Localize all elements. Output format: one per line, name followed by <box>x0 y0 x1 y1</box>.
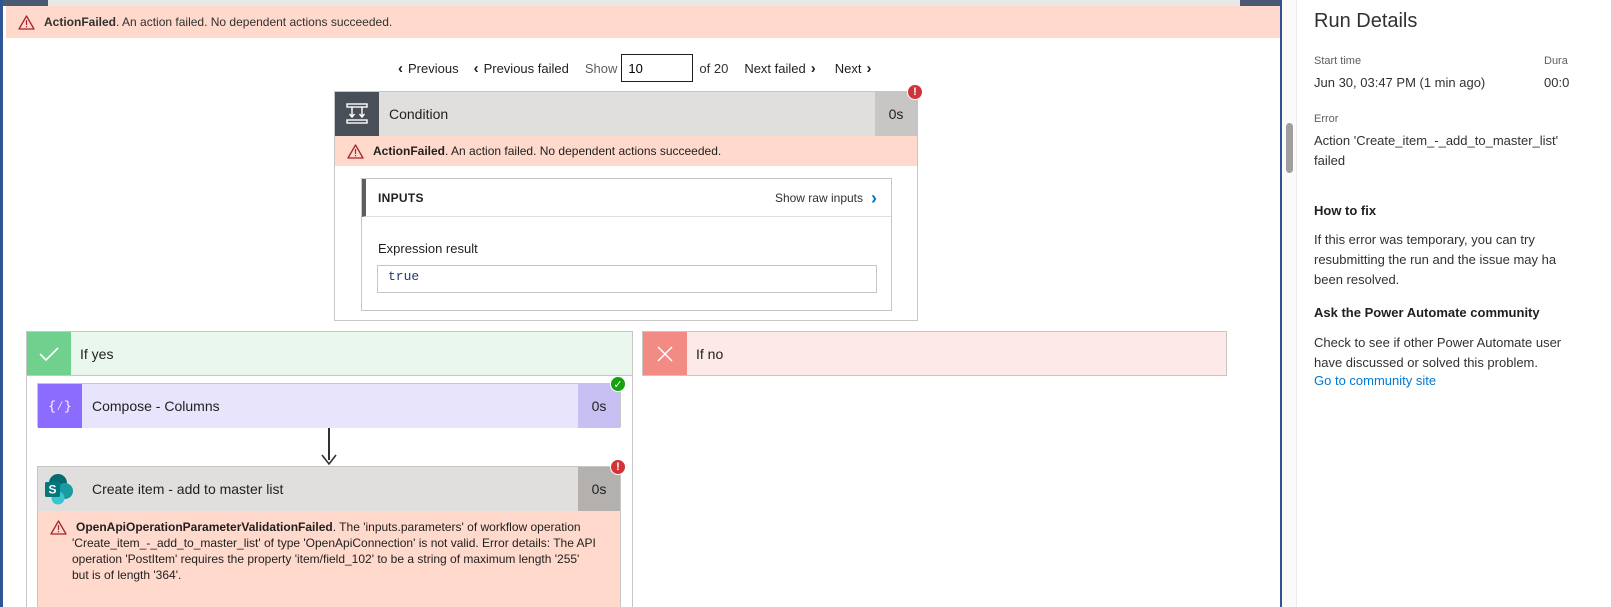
compose-icon: {∕} <box>38 384 82 428</box>
chevron-right-icon: › <box>810 59 816 77</box>
compose-header: {∕} Compose - Columns 0s <box>38 384 620 428</box>
error-text-line2: failed <box>1314 153 1346 168</box>
total-count-label: of 20 <box>699 60 729 76</box>
create-item-error-strip: OpenApiOperationParameterValidationFaile… <box>38 511 620 607</box>
canvas-scrollbar[interactable] <box>1283 0 1296 607</box>
banner-error-message: . An action failed. No dependent actions… <box>116 15 393 29</box>
scrollbar-thumb[interactable] <box>1286 123 1293 173</box>
condition-icon <box>335 92 379 136</box>
next-button[interactable]: Next › <box>835 61 877 76</box>
run-details-panel: Run Details Start time Dura Jun 30, 03:4… <box>1296 0 1611 607</box>
create-item-error-line2: 'Create_item_-_add_to_master_list' of ty… <box>72 536 596 550</box>
designer-canvas: ActionFailed. An action failed. No depen… <box>0 0 1282 607</box>
run-details-title: Run Details <box>1314 10 1418 32</box>
create-item-error-line1: . The 'inputs.parameters' of workflow op… <box>332 520 581 534</box>
if-yes-branch-header[interactable]: If yes <box>26 331 633 376</box>
chevron-right-icon: › <box>866 59 872 77</box>
chevron-left-icon: ‹ <box>398 59 403 77</box>
inputs-title: INPUTS <box>378 190 424 205</box>
error-badge-icon: ! <box>610 459 626 475</box>
community-heading: Ask the Power Automate community <box>1314 305 1540 320</box>
how-to-fix-heading: How to fix <box>1314 203 1377 218</box>
previous-label: Previous <box>408 60 459 76</box>
condition-title: Condition <box>389 106 449 122</box>
chevron-left-icon: ‹ <box>473 59 479 77</box>
compose-card[interactable]: {∕} Compose - Columns 0s ✓ <box>37 376 626 428</box>
create-item-error-line3: operation 'PostItem' requires the proper… <box>72 552 580 566</box>
community-site-link[interactable]: Go to community site <box>1314 373 1436 388</box>
checkmark-icon <box>27 332 71 375</box>
create-item-header[interactable]: S Create item - add to master list 0s <box>38 467 620 511</box>
previous-failed-button[interactable]: ‹ Previous failed <box>469 61 569 76</box>
how-to-fix-line3: been resolved. <box>1314 272 1400 287</box>
chevron-right-icon: › <box>871 187 877 208</box>
next-label: Next <box>834 60 862 76</box>
show-raw-inputs-link[interactable]: Show raw inputs › <box>775 189 877 207</box>
warning-icon <box>347 143 364 159</box>
inputs-panel: INPUTS Show raw inputs › Expression resu… <box>361 178 892 311</box>
duration-label: Dura <box>1544 55 1568 67</box>
condition-error-code: ActionFailed <box>373 144 446 158</box>
sharepoint-icon: S <box>38 467 82 511</box>
run-pager: ‹ Previous ‹ Previous failed Show of 20 … <box>393 53 876 83</box>
banner-error-code: ActionFailed <box>44 15 117 29</box>
how-to-fix-line2: resubmitting the run and the issue may h… <box>1314 252 1557 267</box>
community-line1: Check to see if other Power Automate use… <box>1314 335 1562 350</box>
arrow-down-icon <box>321 454 337 466</box>
warning-icon <box>18 14 35 30</box>
error-text-line1: Action 'Create_item_-_add_to_master_list… <box>1314 133 1559 148</box>
community-line2: have discussed or solved this problem. <box>1314 355 1539 370</box>
if-yes-label: If yes <box>80 345 114 362</box>
previous-failed-label: Previous failed <box>483 60 569 76</box>
condition-header[interactable]: Condition 0s <box>335 92 917 136</box>
how-to-fix-line1: If this error was temporary, you can try <box>1314 232 1535 247</box>
previous-button[interactable]: ‹ Previous <box>393 61 459 76</box>
error-label: Error <box>1314 113 1339 125</box>
start-time-value: Jun 30, 03:47 PM (1 min ago) <box>1314 75 1486 90</box>
show-count-input[interactable] <box>621 54 694 82</box>
create-item-title: Create item - add to master list <box>92 481 284 497</box>
expression-result-label: Expression result <box>378 241 478 256</box>
if-no-label: If no <box>696 345 724 362</box>
next-failed-label: Next failed <box>744 60 806 76</box>
svg-text:S: S <box>48 483 56 497</box>
condition-error-strip: ActionFailed. An action failed. No depen… <box>335 136 917 166</box>
compose-title: Compose - Columns <box>92 398 220 414</box>
create-item-error-line4: but is of length '364'. <box>72 568 182 582</box>
condition-card: Condition 0s ! ActionFailed. An action f… <box>334 84 923 321</box>
next-failed-button[interactable]: Next failed › <box>744 61 820 76</box>
show-raw-inputs-label: Show raw inputs <box>774 190 863 205</box>
expression-result-value: true <box>377 265 877 293</box>
top-error-banner: ActionFailed. An action failed. No depen… <box>6 6 1280 38</box>
error-badge-icon: ! <box>907 84 923 100</box>
warning-icon <box>50 520 67 535</box>
close-icon <box>643 332 687 375</box>
if-no-branch-header[interactable]: If no <box>642 331 1227 376</box>
success-badge-icon: ✓ <box>610 376 626 392</box>
condition-error-message: . An action failed. No dependent actions… <box>445 144 722 158</box>
canvas-left-edge <box>0 0 3 607</box>
show-label: Show <box>584 60 618 76</box>
duration-value: 00:0 <box>1544 75 1570 90</box>
start-time-label: Start time <box>1314 55 1362 67</box>
inputs-header: INPUTS Show raw inputs › <box>362 179 891 217</box>
create-item-card: S Create item - add to master list 0s ! … <box>37 459 626 607</box>
create-item-error-code: OpenApiOperationParameterValidationFaile… <box>76 520 333 534</box>
